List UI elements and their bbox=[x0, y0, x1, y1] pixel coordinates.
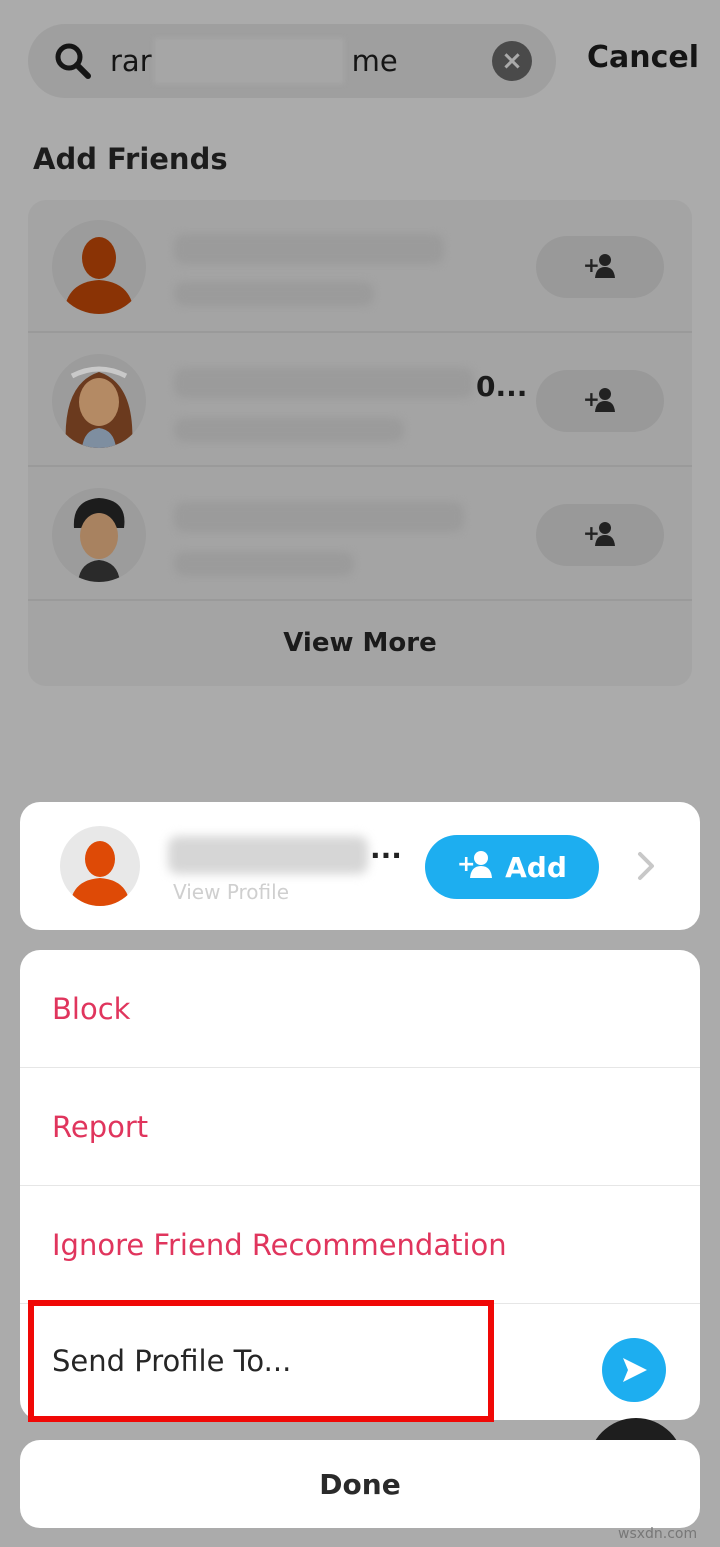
highlight-annotation bbox=[28, 1300, 494, 1422]
profile-avatar-icon bbox=[60, 826, 140, 906]
search-icon bbox=[54, 42, 92, 80]
block-menu-item[interactable]: Block bbox=[20, 950, 700, 1068]
name-ellipsis: ... bbox=[370, 832, 402, 865]
done-button[interactable]: Done bbox=[20, 1440, 700, 1528]
add-friend-icon: + bbox=[457, 850, 493, 885]
send-arrow-icon[interactable] bbox=[602, 1338, 666, 1402]
add-button-label: Add bbox=[505, 850, 567, 884]
add-friend-icon: + bbox=[583, 252, 617, 282]
chevron-right-icon[interactable] bbox=[632, 850, 660, 882]
add-button[interactable]: + Add bbox=[425, 835, 599, 899]
search-bar[interactable]: rar me × bbox=[28, 24, 556, 98]
truncated-name-text: 0... bbox=[476, 370, 528, 403]
report-menu-item[interactable]: Report bbox=[20, 1068, 700, 1186]
friend-row[interactable]: + bbox=[28, 200, 692, 333]
redacted-text bbox=[154, 38, 344, 84]
female-bitmoji-avatar-icon bbox=[52, 354, 146, 448]
redacted-profile-name bbox=[168, 836, 368, 874]
ignore-recommendation-menu-item[interactable]: Ignore Friend Recommendation bbox=[20, 1186, 700, 1304]
friend-row[interactable]: 0... + bbox=[28, 334, 692, 467]
add-friend-button[interactable]: + bbox=[536, 236, 664, 298]
clear-search-icon[interactable]: × bbox=[492, 41, 532, 81]
add-friends-heading: Add Friends bbox=[33, 142, 228, 176]
add-friends-list: + 0... + + View More bbox=[28, 200, 692, 686]
male-bitmoji-avatar-icon bbox=[52, 488, 146, 582]
view-more-button[interactable]: View More bbox=[28, 600, 692, 686]
add-friend-button[interactable]: + bbox=[536, 370, 664, 432]
profile-summary-card[interactable]: ... View Profile + Add bbox=[20, 802, 700, 930]
search-input[interactable]: rar me bbox=[110, 38, 398, 84]
add-friend-icon: + bbox=[583, 386, 617, 416]
silhouette-avatar-icon bbox=[52, 220, 146, 314]
friend-row[interactable]: + bbox=[28, 468, 692, 601]
view-profile-label[interactable]: View Profile bbox=[173, 880, 289, 904]
add-friend-icon: + bbox=[583, 520, 617, 550]
watermark: wsxdn.com bbox=[618, 1526, 698, 1542]
add-friend-button[interactable]: + bbox=[536, 504, 664, 566]
cancel-button[interactable]: Cancel bbox=[587, 40, 699, 75]
